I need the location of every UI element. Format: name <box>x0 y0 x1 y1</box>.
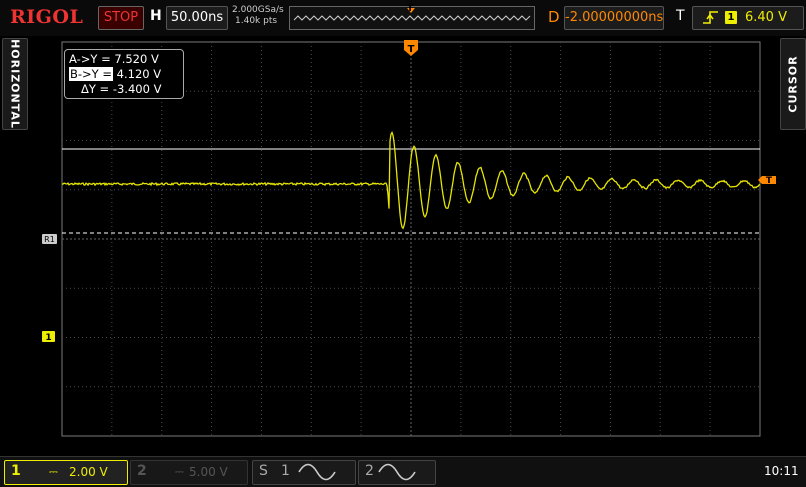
cursor-b-row: B->Y = 4.120 V <box>69 67 161 81</box>
cursor-b-label: B->Y = <box>69 67 113 81</box>
math-s2-number: 2 <box>365 463 374 479</box>
bottom-channel-bar: 1 ⎓ 2.00 V 2 ⎓ 5.00 V S 1 2 10:11 <box>0 456 806 487</box>
ref-marker-label: R1 <box>44 235 55 244</box>
cursor-b-value: 4.120 V <box>116 67 162 81</box>
clock: 10:11 <box>764 464 799 478</box>
cursor-delta-row: ΔY = -3.400 V <box>81 82 161 96</box>
ch2-scale: 5.00 V <box>189 465 228 479</box>
dc-coupling-icon: ⎓ <box>49 465 58 478</box>
graticule-grid <box>61 41 761 437</box>
trigger-level-marker-label: T <box>766 176 773 186</box>
trigger-position-label: T <box>408 44 415 55</box>
ch1-number: 1 <box>11 463 21 479</box>
math-s2-button[interactable]: 2 <box>358 460 436 485</box>
cursor-delta-label: ΔY = <box>81 82 110 96</box>
ch1-scale: 2.00 V <box>69 465 108 479</box>
ch2-number: 2 <box>137 463 147 479</box>
ch1-offset-marker-label: 1 <box>45 333 51 343</box>
cursor-a-value: 7.520 V <box>114 52 159 66</box>
cursor-readout-box: A->Y = 7.520 V B->Y = 4.120 V ΔY = -3.40… <box>64 49 184 99</box>
ch2-settings[interactable]: 2 ⎓ 5.00 V <box>130 460 248 485</box>
dc-coupling-icon: ⎓ <box>175 465 184 478</box>
sine-wave-icon <box>298 463 336 481</box>
math-s1-number: 1 <box>281 463 290 479</box>
math-s-label: S <box>259 463 268 479</box>
math-s1-button[interactable]: S 1 <box>252 460 356 485</box>
cursor-delta-value: -3.400 V <box>112 82 162 96</box>
cursor-a-label: A->Y = <box>69 52 111 66</box>
cursor-a-row: A->Y = 7.520 V <box>69 52 159 66</box>
sine-wave-icon <box>378 463 416 481</box>
ch1-settings[interactable]: 1 ⎓ 2.00 V <box>4 460 128 485</box>
